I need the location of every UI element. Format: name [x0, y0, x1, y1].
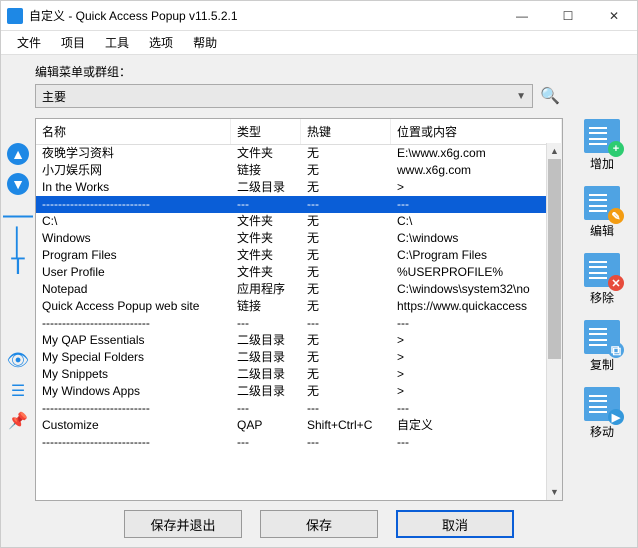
table-row[interactable]: ------------------------------------	[36, 196, 562, 213]
separator-v-icon[interactable]: │	[10, 229, 26, 253]
minimize-button[interactable]: —	[499, 1, 545, 31]
separator-h-icon[interactable]: —	[3, 203, 33, 227]
table-row[interactable]: ------------------------------------	[36, 400, 562, 417]
col-location[interactable]: 位置或内容	[391, 119, 562, 144]
x-icon: ✕	[608, 275, 624, 291]
col-hotkey[interactable]: 热键	[301, 119, 391, 144]
table-row[interactable]: C:\文件夹无C:\	[36, 213, 562, 230]
col-type[interactable]: 类型	[231, 119, 301, 144]
table-row[interactable]: My Windows Apps二级目录无>	[36, 383, 562, 400]
group-combo[interactable]: 主要 ▼	[35, 84, 533, 108]
move-up-button[interactable]: ▲	[7, 143, 29, 165]
table-row[interactable]: ------------------------------------	[36, 315, 562, 332]
edit-button[interactable]: ✎ 编辑	[584, 186, 620, 239]
col-name[interactable]: 名称	[36, 119, 231, 144]
save-exit-button[interactable]: 保存并退出	[124, 510, 242, 538]
table-row[interactable]: User Profile文件夹无%USERPROFILE%	[36, 264, 562, 281]
table-row[interactable]: My Snippets二级目录无>	[36, 366, 562, 383]
scroll-down-icon[interactable]: ▼	[547, 484, 562, 500]
search-button[interactable]: 🔍	[537, 84, 563, 108]
scrollbar[interactable]: ▲ ▼	[546, 143, 562, 500]
chevron-down-icon: ▼	[516, 91, 526, 102]
save-button[interactable]: 保存	[260, 510, 378, 538]
table-row[interactable]: My QAP Essentials二级目录无>	[36, 332, 562, 349]
table-row[interactable]: Notepad应用程序无C:\windows\system32\no	[36, 281, 562, 298]
table-row[interactable]: Windows文件夹无C:\windows	[36, 230, 562, 247]
table-row[interactable]: 小刀娱乐网链接无www.x6g.com	[36, 162, 562, 179]
plus-icon: +	[608, 141, 624, 157]
copy-icon: ⧉	[608, 342, 624, 358]
table-row[interactable]: In the Works二级目录无>	[36, 179, 562, 196]
copy-button[interactable]: ⧉ 复制	[584, 320, 620, 373]
pencil-icon: ✎	[608, 208, 624, 224]
play-icon: ▶	[608, 409, 624, 425]
table-row[interactable]: My Special Folders二级目录无>	[36, 349, 562, 366]
app-icon	[7, 8, 23, 24]
menu-bar: 文件 项目 工具 选项 帮助	[1, 31, 637, 55]
move-button[interactable]: ▶ 移动	[584, 387, 620, 440]
combo-value: 主要	[42, 88, 66, 105]
text-icon[interactable]: T	[11, 255, 26, 279]
table-row[interactable]: Quick Access Popup web site链接无https://ww…	[36, 298, 562, 315]
favorites-table: 名称 类型 热键 位置或内容 夜晚学习资料文件夹无E:\www.x6g.com小…	[35, 118, 563, 501]
combo-label: 编辑菜单或群组：	[35, 63, 563, 80]
window-title: 自定义 - Quick Access Popup v11.5.2.1	[29, 7, 499, 24]
close-button[interactable]: ✕	[591, 1, 637, 31]
scroll-thumb[interactable]	[548, 159, 561, 359]
list-icon[interactable]: ☰	[11, 381, 25, 401]
menu-help[interactable]: 帮助	[185, 32, 225, 53]
table-row[interactable]: ------------------------------------	[36, 434, 562, 451]
table-row[interactable]: Program Files文件夹无C:\Program Files	[36, 247, 562, 264]
menu-tool[interactable]: 工具	[97, 32, 137, 53]
eye-icon[interactable]: 👁	[7, 350, 30, 371]
menu-file[interactable]: 文件	[9, 32, 49, 53]
add-button[interactable]: + 增加	[584, 119, 620, 172]
table-row[interactable]: CustomizeQAPShift+Ctrl+C自定义	[36, 417, 562, 434]
menu-item[interactable]: 项目	[53, 32, 93, 53]
menu-option[interactable]: 选项	[141, 32, 181, 53]
pin-icon[interactable]: 📌	[8, 411, 28, 431]
table-row[interactable]: 夜晚学习资料文件夹无E:\www.x6g.com	[36, 145, 562, 162]
move-down-button[interactable]: ▼	[7, 173, 29, 195]
scroll-up-icon[interactable]: ▲	[547, 143, 562, 159]
remove-button[interactable]: ✕ 移除	[584, 253, 620, 306]
cancel-button[interactable]: 取消	[396, 510, 514, 538]
maximize-button[interactable]: ☐	[545, 1, 591, 31]
